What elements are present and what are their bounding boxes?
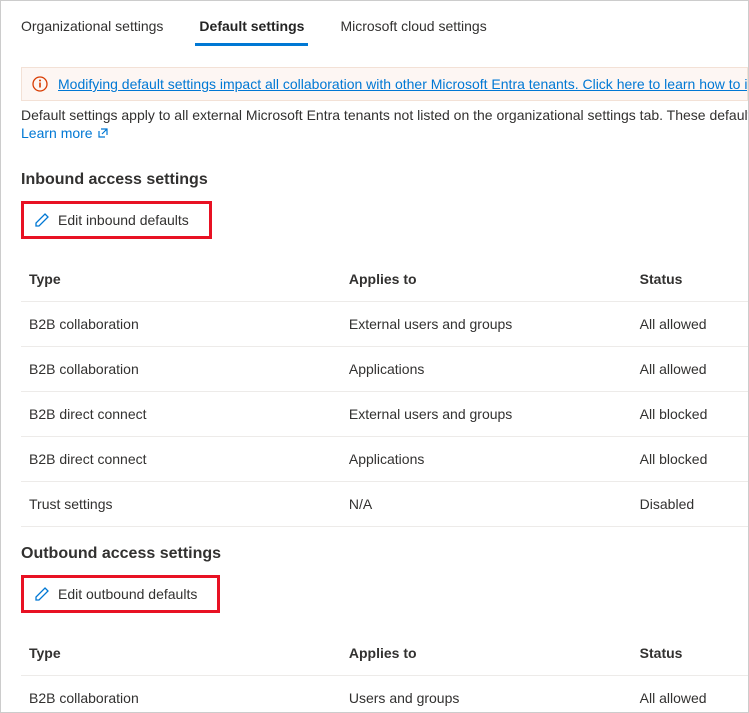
external-link-icon xyxy=(97,127,109,139)
learn-more-label: Learn more xyxy=(21,125,93,141)
description-text: Default settings apply to all external M… xyxy=(21,107,748,123)
tab-default-settings[interactable]: Default settings xyxy=(195,6,308,46)
table-row: B2B direct connectApplicationsAll blocke… xyxy=(21,437,748,482)
table-row: B2B collaborationUsers and groupsAll all… xyxy=(21,676,748,713)
cell-status: All allowed xyxy=(632,676,748,713)
col-header-applies: Applies to xyxy=(341,257,632,302)
cell-applies: Applications xyxy=(341,347,632,392)
inbound-section-title: Inbound access settings xyxy=(21,171,748,189)
pencil-icon xyxy=(34,212,50,228)
col-header-status: Status xyxy=(632,631,748,676)
table-row: B2B collaborationApplicationsAll allowed xyxy=(21,347,748,392)
tab-microsoft-cloud-settings[interactable]: Microsoft cloud settings xyxy=(336,6,490,46)
edit-inbound-highlight: Edit inbound defaults xyxy=(21,201,212,239)
cell-status: All allowed xyxy=(632,347,748,392)
warning-banner-link[interactable]: Modifying default settings impact all co… xyxy=(58,76,748,92)
cell-applies: Users and groups xyxy=(341,676,632,713)
cell-applies: Applications xyxy=(341,437,632,482)
tab-organizational-settings[interactable]: Organizational settings xyxy=(17,6,167,46)
inbound-table: Type Applies to Status B2B collaboration… xyxy=(21,257,748,527)
cell-type: Trust settings xyxy=(21,482,341,527)
edit-inbound-label: Edit inbound defaults xyxy=(58,212,189,228)
table-row: B2B collaborationExternal users and grou… xyxy=(21,302,748,347)
col-header-status: Status xyxy=(632,257,748,302)
warning-banner: Modifying default settings impact all co… xyxy=(21,67,748,101)
content-area: Modifying default settings impact all co… xyxy=(1,47,748,713)
outbound-header-row: Type Applies to Status xyxy=(21,631,748,676)
outbound-section-title: Outbound access settings xyxy=(21,545,748,563)
cell-type: B2B collaboration xyxy=(21,302,341,347)
cell-applies: N/A xyxy=(341,482,632,527)
col-header-type: Type xyxy=(21,631,341,676)
cell-type: B2B collaboration xyxy=(21,347,341,392)
cell-applies: External users and groups xyxy=(341,392,632,437)
edit-outbound-defaults-button[interactable]: Edit outbound defaults xyxy=(24,578,207,610)
edit-outbound-label: Edit outbound defaults xyxy=(58,586,197,602)
col-header-applies: Applies to xyxy=(341,631,632,676)
cell-status: All blocked xyxy=(632,437,748,482)
inbound-header-row: Type Applies to Status xyxy=(21,257,748,302)
edit-inbound-defaults-button[interactable]: Edit inbound defaults xyxy=(24,204,199,236)
cell-status: All blocked xyxy=(632,392,748,437)
table-row: B2B direct connectExternal users and gro… xyxy=(21,392,748,437)
cell-type: B2B direct connect xyxy=(21,392,341,437)
edit-outbound-highlight: Edit outbound defaults xyxy=(21,575,220,613)
pencil-icon xyxy=(34,586,50,602)
cell-type: B2B direct connect xyxy=(21,437,341,482)
outbound-table: Type Applies to Status B2B collaboration… xyxy=(21,631,748,713)
col-header-type: Type xyxy=(21,257,341,302)
cell-status: All allowed xyxy=(632,302,748,347)
cell-applies: External users and groups xyxy=(341,302,632,347)
cell-type: B2B collaboration xyxy=(21,676,341,713)
cell-status: Disabled xyxy=(632,482,748,527)
tab-bar: Organizational settings Default settings… xyxy=(1,1,748,47)
table-row: Trust settingsN/ADisabled xyxy=(21,482,748,527)
settings-panel: Organizational settings Default settings… xyxy=(0,0,749,713)
learn-more-link[interactable]: Learn more xyxy=(21,125,109,141)
info-icon xyxy=(32,76,48,92)
